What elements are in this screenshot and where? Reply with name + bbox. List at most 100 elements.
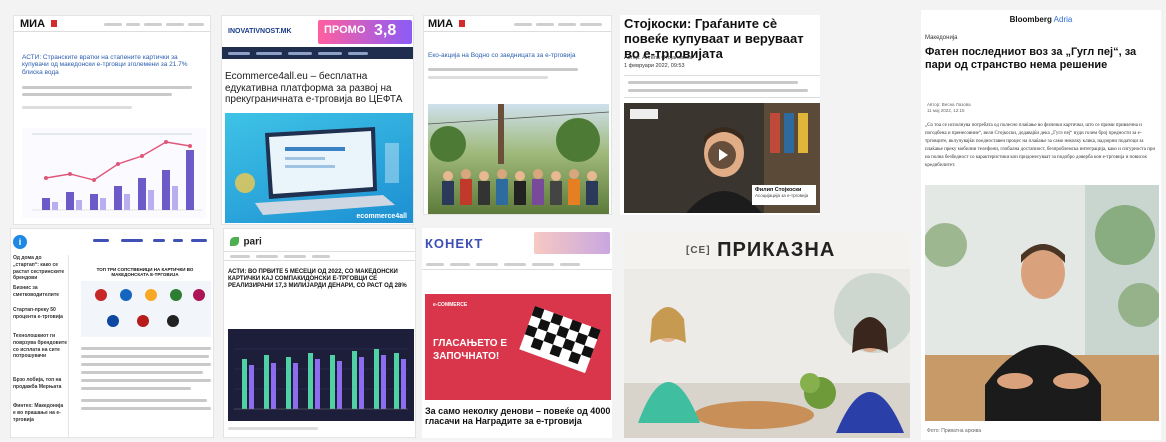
laptop-graphic	[235, 127, 399, 215]
sidebar-item[interactable]: Финтех: Македонија е во прашање на е-трг…	[13, 403, 67, 423]
tile-stojkoski[interactable]: Стојкоски: Граѓаните сè повеќе купуваат …	[620, 15, 820, 215]
promo-label: ПРОМО	[324, 24, 366, 36]
related-link[interactable]	[628, 81, 798, 84]
nav-item[interactable]	[256, 255, 278, 258]
text-line	[81, 399, 207, 402]
nav-item[interactable]	[230, 255, 250, 258]
pari-logo-wrap: pari	[230, 233, 262, 251]
nav-item[interactable]	[558, 23, 576, 26]
tile-konekt[interactable]: КОНЕКТ е-COMMERCE ГЛАСАЊЕТО Е ЗАПОЧНАТО!…	[422, 228, 612, 438]
site-header: МИА	[14, 16, 210, 32]
nav-item[interactable]	[173, 239, 183, 242]
nav-item[interactable]	[284, 255, 306, 258]
nav-item[interactable]	[191, 239, 207, 242]
mia-logo: МИА	[428, 18, 454, 30]
nav-item[interactable]	[348, 52, 368, 55]
nav-item[interactable]	[532, 263, 554, 266]
bloomberg-logo: Bloomberg	[1009, 15, 1052, 24]
caption-role: Асоцијација за е-трговија	[755, 193, 809, 198]
laptop-illustration: ecommerce4all	[225, 113, 413, 223]
nav-item[interactable]	[476, 263, 498, 266]
article-headline[interactable]: Еко-акција на Водно со заедницата за е-т…	[428, 52, 608, 59]
sidebar-item[interactable]: Технолошкиот ги поврзува брендовите со и…	[13, 333, 67, 360]
nav-item[interactable]	[228, 52, 250, 55]
tile-pari[interactable]: pari АСТИ: ВО ПРВИТЕ 5 МЕСЕЦИ ОД 2022, С…	[223, 228, 416, 438]
nav-item[interactable]	[580, 23, 602, 26]
tile-prikazna[interactable]: [СЕ] ПРИКАЗНА	[624, 233, 910, 438]
article-date: 11 мај 2022, 12:15	[927, 108, 965, 113]
logo-prefix: [СЕ]	[686, 245, 711, 257]
article-headline[interactable]: За само неколку денови – повеќе од 4000 …	[425, 406, 611, 427]
nav-item[interactable]	[93, 239, 109, 242]
nav-item[interactable]	[312, 255, 330, 258]
voting-banner[interactable]: е-COMMERCE ГЛАСАЊЕТО Е ЗАПОЧНАТО!	[425, 294, 611, 400]
nav-item[interactable]	[514, 23, 532, 26]
related-link[interactable]	[628, 89, 808, 92]
divider	[624, 75, 820, 76]
play-icon[interactable]	[708, 141, 736, 169]
article-headline[interactable]: Фатен последниот воз за „Гугл пеј“, за п…	[925, 46, 1159, 71]
text-line	[81, 379, 211, 382]
nav-item[interactable]	[256, 52, 282, 55]
text-line	[428, 68, 578, 71]
nav-item[interactable]	[153, 239, 165, 242]
inovativnost-logo: INOVATIVNOST.MK	[228, 28, 292, 35]
header-ad[interactable]	[534, 232, 610, 254]
text-line	[81, 347, 211, 350]
nav-item[interactable]	[536, 23, 554, 26]
nav-item[interactable]	[504, 263, 526, 266]
tile-mia-eco[interactable]: МИА Еко-акција на Водно со заедницата за…	[423, 15, 612, 215]
nav-item[interactable]	[318, 52, 342, 55]
sidebar-item[interactable]: Стартап-преку 50 процента е-трговија	[13, 307, 67, 321]
nav-item[interactable]	[560, 263, 580, 266]
pari-logo: pari	[243, 236, 262, 248]
nav-item[interactable]	[126, 23, 140, 26]
infographic-title: ТОП ТРИ СОПСТВЕНИЦИ НА КАРТИЧКИ ВО МАКЕД…	[96, 267, 194, 278]
article-date: 1 февруари 2022, 09:53	[624, 63, 685, 69]
sidebar-item[interactable]: Брзо лобија, топ на продажба Мерњата	[13, 377, 67, 391]
text-line	[22, 86, 192, 89]
article-headline[interactable]: АСТИ: ВО ПРВИТЕ 5 МЕСЕЦИ ОД 2022, СО МАК…	[228, 269, 414, 290]
bloomberg-masthead: Bloomberg Adria	[921, 15, 1161, 24]
nav-item[interactable]	[288, 52, 312, 55]
nav-item[interactable]	[121, 239, 143, 242]
nav-item[interactable]	[450, 263, 470, 266]
dark-bar-chart	[234, 348, 408, 410]
chart-image	[22, 128, 206, 218]
section-label[interactable]: Македонија	[925, 34, 957, 42]
group-photo	[428, 104, 609, 214]
infographic	[81, 281, 211, 337]
article-headline[interactable]: Ecommerce4all.eu – бесплатна едукативна …	[225, 71, 413, 106]
text-line	[22, 93, 172, 96]
mia-logo-mark	[459, 20, 465, 27]
promo-banner[interactable]: ПРОМО 3,8	[318, 20, 412, 44]
screen-brand: ecommerce4all	[356, 213, 407, 220]
banner-brand: е-COMMERCE	[433, 302, 468, 308]
tile-mia-chart[interactable]: МИА АСТИ: Странските вратки на стапените…	[13, 15, 211, 225]
chart-image	[228, 329, 414, 421]
nav-bar	[224, 251, 415, 261]
sidebar-item[interactable]: Бизнис за сметководителите	[13, 285, 67, 299]
nav-item[interactable]	[104, 23, 122, 26]
portrait-graphic	[925, 185, 1159, 421]
nav-item[interactable]	[144, 23, 162, 26]
konekt-logo: КОНЕКТ	[425, 236, 484, 251]
tile-blue-site[interactable]: i Од дома до „стартап“: како се растат с…	[10, 228, 214, 438]
meta-line	[22, 106, 132, 109]
divider	[624, 97, 820, 98]
studio-graphic	[624, 233, 910, 438]
nav-item[interactable]	[188, 23, 204, 26]
article-author[interactable]: Автор: Ангела Стојановска	[624, 55, 692, 62]
mia-logo: МИА	[20, 18, 46, 30]
article-headline[interactable]: АСТИ: Странските вратки на стапените кар…	[22, 54, 206, 76]
leaf-icon	[230, 237, 239, 247]
nav-item[interactable]	[166, 23, 184, 26]
mia-logo-mark	[51, 20, 57, 27]
video-player[interactable]: Филип Стојкоски Асоцијација за е-трговиј…	[624, 103, 820, 213]
tile-inovativnost[interactable]: INOVATIVNOST.MK ПРОМО 3,8 Ecommerce4all.…	[221, 15, 414, 225]
sidebar-item[interactable]: Од дома до „стартап“: како се растат сес…	[13, 255, 67, 282]
nav-bar	[422, 260, 612, 270]
site-logo: i	[13, 235, 27, 249]
tile-bloomberg[interactable]: Bloomberg Adria Македонија Фатен последн…	[921, 10, 1161, 440]
nav-item[interactable]	[426, 263, 444, 266]
